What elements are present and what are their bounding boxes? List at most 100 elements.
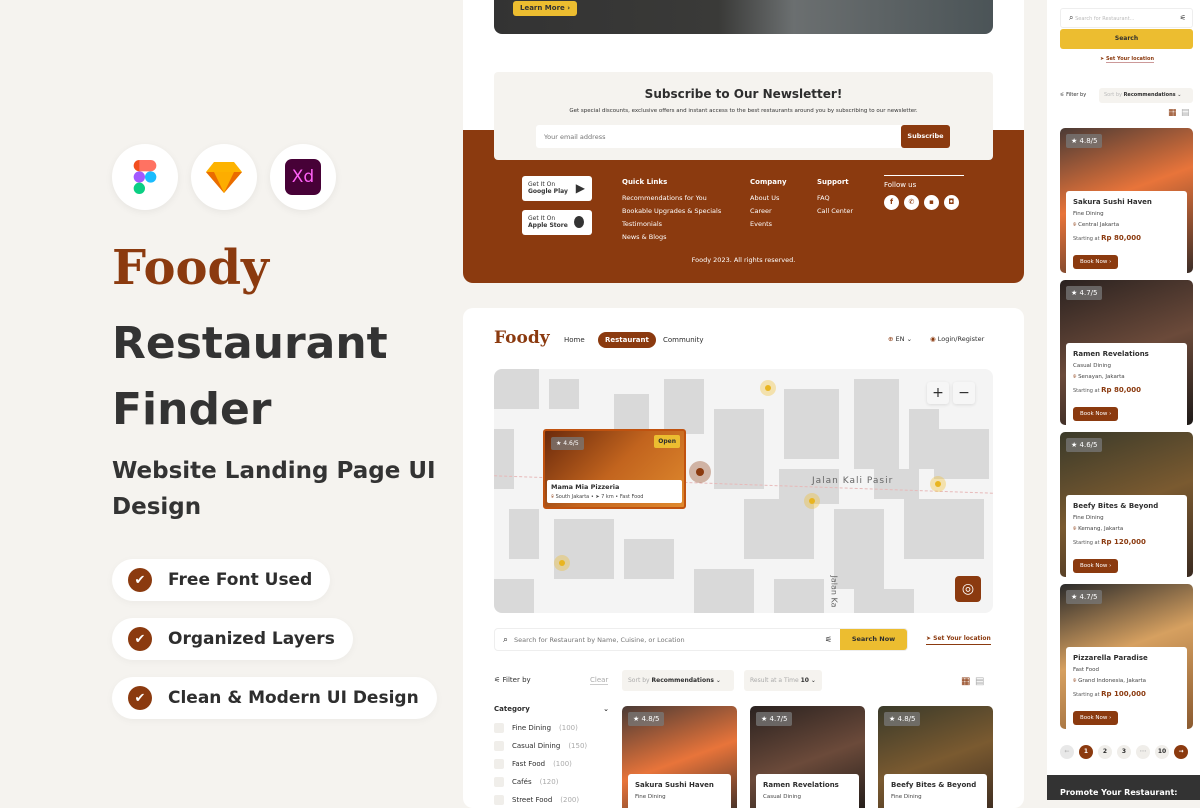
card-location: ⌾ Grand Indonesia, Jakarta [1073, 678, 1147, 684]
language-selector[interactable]: ⊕ EN ⌄ [888, 335, 912, 343]
category-checkbox[interactable]: Fine Dining (100) [494, 723, 609, 733]
map-marker[interactable] [930, 476, 946, 492]
card-location: ⌾ Central Jakarta [1073, 222, 1120, 228]
book-now-button[interactable]: Book Now › [1073, 407, 1119, 421]
footer-page-preview: Learn More › Subscribe to Our Newsletter… [463, 0, 1024, 283]
footer-link[interactable]: Testimonials [622, 220, 721, 228]
map-popup-card[interactable]: ★ 4.6/5 Open Mama Mia Pizzeria ⌾ South J… [543, 429, 686, 509]
google-play-badge[interactable]: Get It On Google Play ▶ [522, 176, 592, 201]
subtitle-line-2: Design [112, 494, 202, 520]
feature-label: Organized Layers [168, 629, 335, 649]
footer-link[interactable]: About Us [750, 194, 787, 202]
location-pin-icon: ⌾ [1073, 222, 1077, 228]
map[interactable]: Jalan Kali Pasir Jalan Ka + − ◎ ★ 4.6/5 … [494, 369, 993, 613]
footer-link[interactable]: Career [750, 207, 787, 215]
location-pin-icon: ⌾ [1073, 526, 1077, 532]
map-marker[interactable] [554, 555, 570, 571]
instagram-icon[interactable]: ◘ [944, 195, 959, 210]
mobile-restaurant-card[interactable]: ★ 4.7/5 Pizzarella Paradise Fast Food ⌾ Gr… [1060, 584, 1193, 729]
category-checkbox[interactable]: Fast Food (100) [494, 759, 609, 769]
restaurant-card[interactable]: ★ 4.8/5 Sakura Sushi Haven Fine Dining [622, 706, 737, 808]
globe-icon: ⊕ [888, 335, 894, 343]
footer-link[interactable]: Events [750, 220, 787, 228]
footer-link[interactable]: FAQ [817, 194, 853, 202]
set-location-link[interactable]: ➤ Set Your location [926, 635, 991, 645]
set-location-link[interactable]: ➤ Set Your location [1100, 56, 1155, 63]
nav-community[interactable]: Community [663, 336, 704, 344]
footer-link[interactable]: News & Blogs [622, 233, 721, 241]
filter-settings-icon[interactable]: ⚟ [825, 635, 832, 644]
clear-filter-button[interactable]: Clear [590, 676, 609, 685]
apple-store-badge[interactable]: Get It On Apple Store [522, 210, 592, 235]
footer-link[interactable]: Recommendations for You [622, 194, 721, 202]
linkedin-icon[interactable]: ▪ [924, 195, 939, 210]
book-now-button[interactable]: Book Now › [1073, 255, 1119, 269]
locate-me-button[interactable]: ◎ [955, 576, 981, 602]
category-checkbox[interactable]: Street Food (200) [494, 795, 609, 805]
prev-page-button[interactable]: ← [1060, 745, 1074, 759]
current-location-marker[interactable] [689, 461, 711, 483]
map-marker[interactable] [804, 493, 820, 509]
rating-badge: ★ 4.8/5 [628, 712, 665, 726]
mobile-restaurant-card[interactable]: ★ 4.8/5 Sakura Sushi Haven Fine Dining ⌾ C… [1060, 128, 1193, 273]
nav-logo[interactable]: Foody [494, 328, 550, 348]
newsletter-title: Subscribe to Our Newsletter! [644, 87, 843, 101]
page-button[interactable]: 10 [1155, 745, 1169, 759]
feature-pill: ✔ Clean & Modern UI Design [112, 677, 437, 719]
mobile-search-input[interactable]: ⌕ Search for Restaurant... ⚟ [1060, 8, 1193, 28]
page-button[interactable]: 3 [1117, 745, 1131, 759]
book-now-button[interactable]: Book Now › [1073, 559, 1119, 573]
facebook-icon[interactable]: f [884, 195, 899, 210]
category-checkbox[interactable]: Cafés (120) [494, 777, 609, 787]
card-type: Fine Dining [1073, 211, 1104, 217]
sketch-icon [191, 144, 257, 210]
email-input[interactable] [536, 125, 901, 148]
login-link[interactable]: ◉ Login/Register [930, 335, 984, 343]
feature-pill: ✔ Organized Layers [112, 618, 353, 660]
search-icon: ⌕ [1069, 13, 1074, 22]
search-now-button[interactable]: Search Now [840, 629, 907, 650]
list-view-icon[interactable]: ▤ [1181, 108, 1190, 118]
rating-badge: ★ 4.6/5 [1066, 438, 1103, 452]
search-icon: ⌕ [503, 634, 509, 645]
restaurant-card[interactable]: ★ 4.7/5 Ramen Revelations Casual Dining [750, 706, 865, 808]
grid-view-icon[interactable]: ▦ [961, 676, 970, 687]
page-button[interactable]: 1 [1079, 745, 1093, 759]
restaurant-card[interactable]: ★ 4.8/5 Beefy Bites & Beyond Fine Dining [878, 706, 993, 808]
rating-badge: ★ 4.8/5 [884, 712, 921, 726]
search-bar: ⌕ ⚟ Search Now [494, 628, 908, 651]
page-button[interactable]: 2 [1098, 745, 1112, 759]
zoom-out-button[interactable]: − [953, 382, 975, 404]
category-checkbox[interactable]: Casual Dining (150) [494, 741, 609, 751]
map-marker[interactable] [760, 380, 776, 396]
nav-restaurant[interactable]: Restaurant [598, 332, 656, 348]
phone-icon[interactable]: ✆ [904, 195, 919, 210]
card-name: Pizzarella Paradise [1073, 654, 1148, 662]
nav-home[interactable]: Home [564, 336, 585, 344]
sort-dropdown[interactable]: Sort by Recommendations ⌄ [1099, 88, 1193, 103]
mobile-restaurant-card[interactable]: ★ 4.7/5 Ramen Revelations Casual Dining ⌾ … [1060, 280, 1193, 425]
zoom-in-button[interactable]: + [927, 382, 949, 404]
category-filter: Category ⌄ Fine Dining (100) Casual Dining… [494, 705, 609, 805]
card-location: ⌾ Senayan, Jakarta [1073, 374, 1125, 380]
restaurant-page-preview: Foody Home Restaurant Community ⊕ EN ⌄ ◉… [463, 308, 1024, 808]
book-now-button[interactable]: Book Now › [1073, 711, 1119, 725]
list-view-icon[interactable]: ▤ [975, 676, 984, 687]
footer-link[interactable]: Bookable Upgrades & Specials [622, 207, 721, 215]
card-price: Starting at Rp 80,000 [1073, 386, 1142, 394]
search-input[interactable] [514, 635, 825, 644]
learn-more-button[interactable]: Learn More › [513, 1, 578, 16]
grid-view-icon[interactable]: ▦ [1168, 108, 1177, 118]
card-type: Fast Food [1073, 667, 1099, 673]
newsletter-form: Subscribe [536, 125, 950, 148]
location-pin-icon: ⌾ [1073, 678, 1077, 684]
play-icon: ▶ [575, 181, 585, 195]
next-page-button[interactable]: → [1174, 745, 1188, 759]
subscribe-button[interactable]: Subscribe [901, 125, 950, 148]
mobile-restaurant-card[interactable]: ★ 4.6/5 Beefy Bites & Beyond Fine Dining ⌾… [1060, 432, 1193, 577]
result-count-dropdown[interactable]: Result at a Time 10 ⌄ [744, 670, 822, 691]
sort-dropdown[interactable]: Sort by Recommendations ⌄ [622, 670, 734, 691]
mobile-search-button[interactable]: Search [1060, 29, 1193, 49]
hero-image: Learn More › [494, 0, 993, 34]
footer-link[interactable]: Call Center [817, 207, 853, 215]
